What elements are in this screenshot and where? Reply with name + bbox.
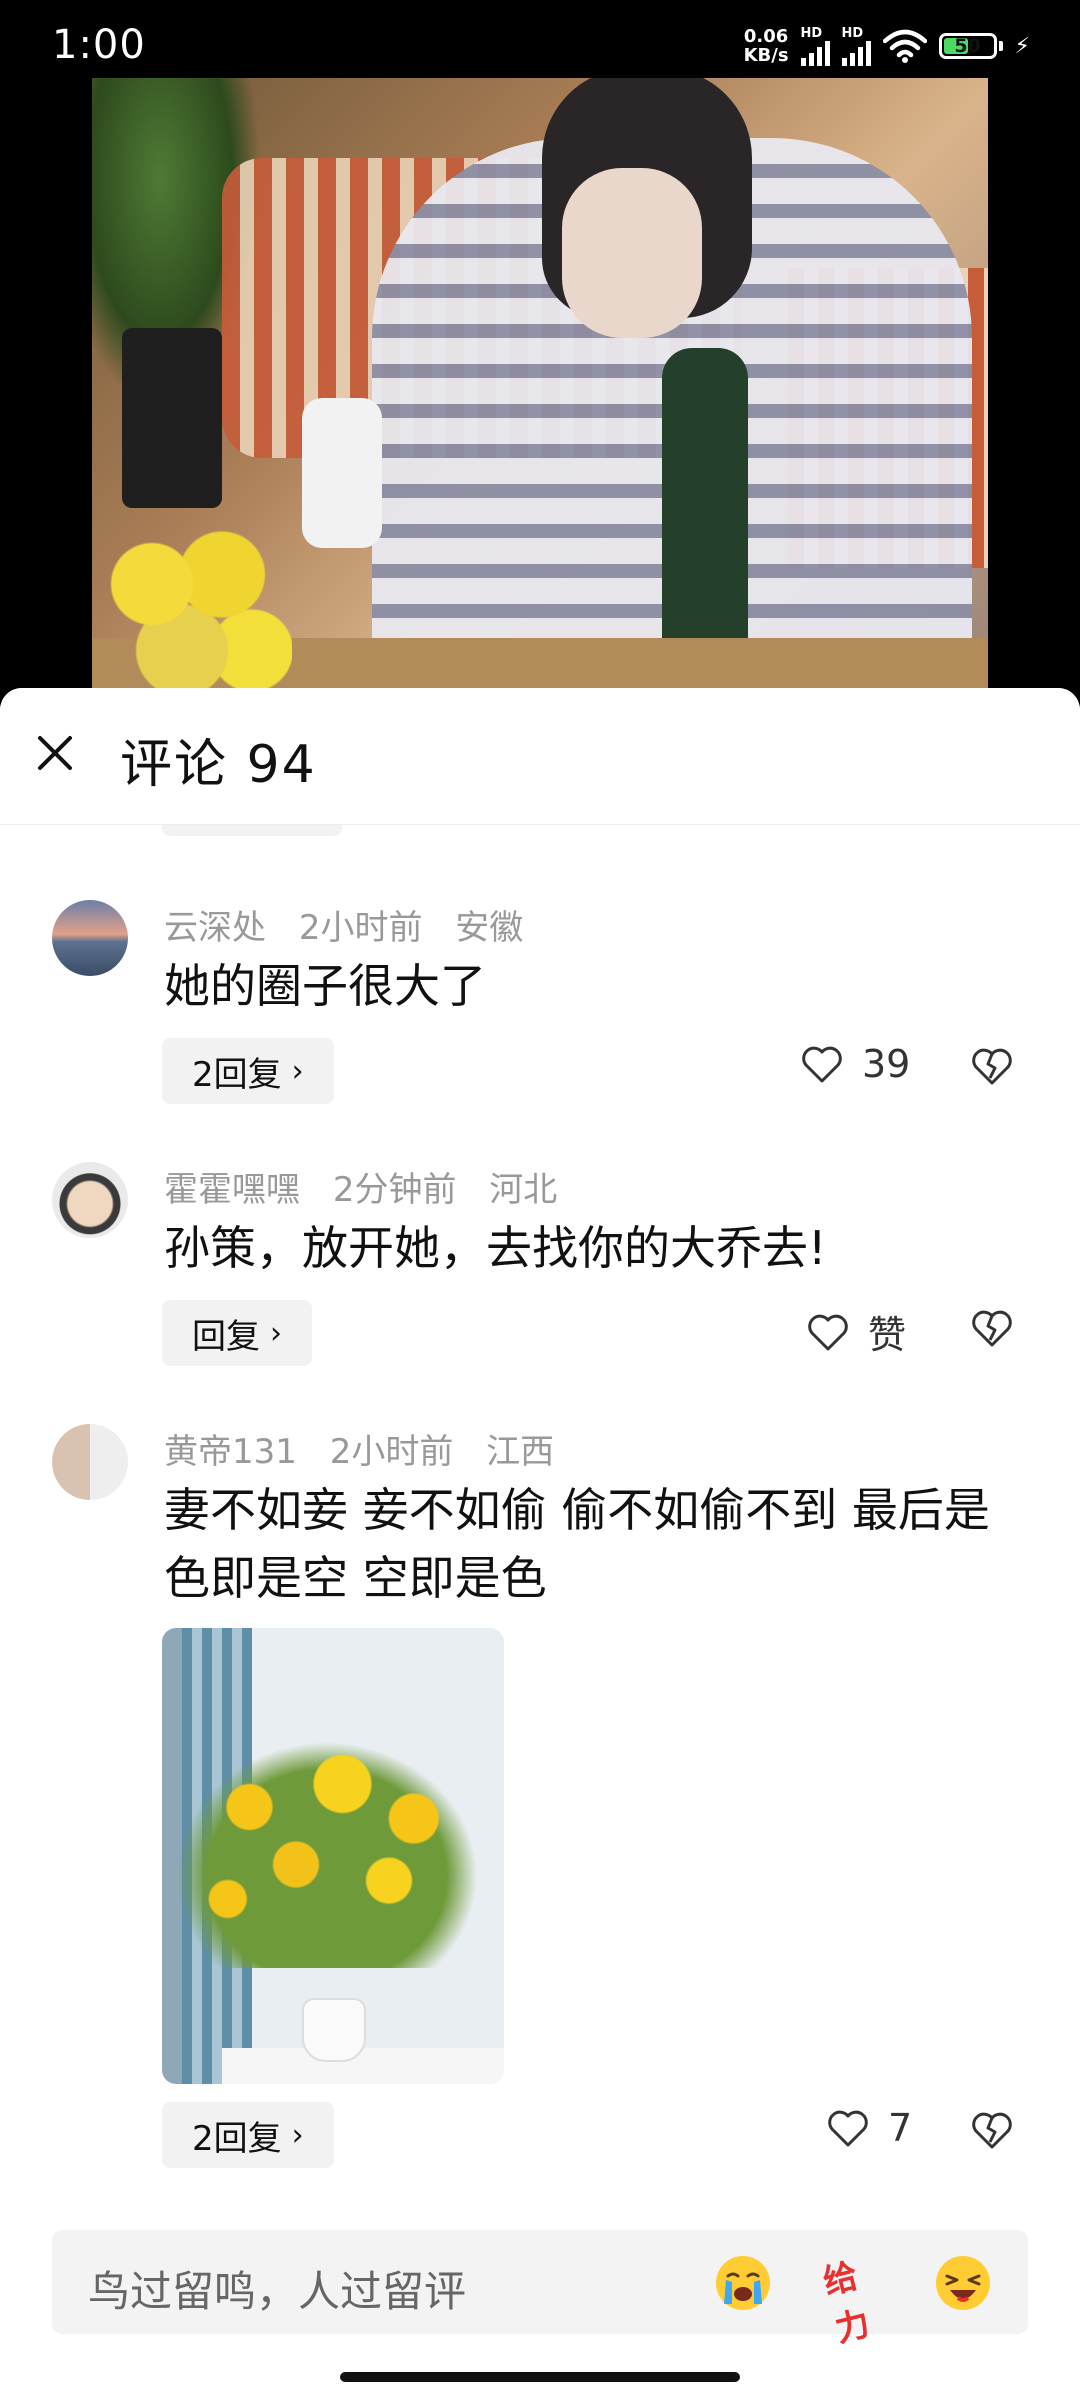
- comment-username[interactable]: 云深处: [164, 908, 266, 948]
- sim2-label: HD: [841, 25, 864, 41]
- sim1-label: HD: [800, 25, 823, 41]
- signal-1-icon: HD: [800, 25, 830, 66]
- wifi-icon: [882, 29, 927, 63]
- battery-level: 50: [954, 35, 981, 57]
- comment-username[interactable]: 霍霍嘿嘿: [164, 1170, 300, 1210]
- comment-meta: 黄帝131 2小时前 江西: [164, 1424, 576, 1473]
- network-speed-unit: KB/s: [743, 45, 789, 66]
- comment-location: 河北: [489, 1170, 558, 1210]
- heart-icon: [828, 2110, 868, 2147]
- comment-input-placeholder: 鸟过留鸣，人过留评: [88, 2267, 467, 2316]
- laughing-emoji-icon[interactable]: [932, 2252, 994, 2314]
- comment-time: 2小时前: [298, 908, 423, 948]
- comment-location: 安徽: [455, 908, 524, 948]
- close-icon[interactable]: [30, 728, 80, 778]
- comment-text[interactable]: 妻不如妾 妾不如偷 偷不如偷不到 最后是色即是空 空即是色: [164, 1476, 1014, 1612]
- video-player[interactable]: [92, 78, 988, 690]
- broken-heart-icon[interactable]: [970, 1308, 1014, 1348]
- like-count: 赞: [868, 1313, 907, 1357]
- like-count: 39: [862, 1042, 911, 1086]
- network-speed-value: 0.06: [743, 26, 789, 47]
- status-bar: 1:00 0.06 KB/s HD HD 50 ⚡: [0, 0, 1080, 80]
- chevron-right-icon: ›: [270, 1315, 282, 1351]
- comment-text[interactable]: 她的圈子很大了: [164, 952, 1014, 1020]
- like-button[interactable]: 7: [826, 2106, 912, 2150]
- reply-label: 2回复: [192, 2118, 282, 2159]
- broken-heart-icon[interactable]: [970, 1046, 1014, 1086]
- reply-label: 回复: [192, 1316, 260, 1357]
- network-speed: 0.06 KB/s: [744, 27, 789, 65]
- comment-text[interactable]: 孙策，放开她，去找你的大乔去!: [164, 1214, 1014, 1282]
- comment-input[interactable]: 鸟过留鸣，人过留评 给力: [52, 2230, 1028, 2351]
- sticker-icon[interactable]: 给力: [817, 2241, 892, 2351]
- avatar[interactable]: [52, 1424, 128, 1500]
- avatar[interactable]: [52, 1162, 128, 1238]
- home-indicator[interactable]: [340, 2372, 740, 2382]
- comment-location: 江西: [486, 1432, 555, 1472]
- like-count: 7: [888, 2106, 913, 2150]
- broken-heart-icon[interactable]: [970, 2110, 1014, 2150]
- like-button[interactable]: 39: [800, 1042, 910, 1086]
- comment-time: 2小时前: [329, 1432, 454, 1472]
- signal-2-icon: HD: [841, 25, 871, 66]
- like-button[interactable]: 赞: [806, 1304, 906, 1359]
- status-time: 1:00: [52, 22, 146, 68]
- comment-sheet: 评论 94 云深处 2小时前 安徽 她的圈子很大了 2回复 › 39 霍霍嘿嘿: [0, 688, 1080, 2400]
- comment-image[interactable]: [162, 1628, 504, 2084]
- reply-button[interactable]: 2回复 ›: [162, 2102, 334, 2168]
- reply-button[interactable]: 回复 ›: [162, 1300, 312, 1366]
- reply-button[interactable]: 2回复 ›: [162, 1038, 334, 1104]
- avatar[interactable]: [52, 900, 128, 976]
- heart-icon: [808, 1314, 848, 1350]
- previous-comment-peek: [0, 824, 1080, 840]
- comment-count-title: 评论 94: [120, 735, 317, 795]
- crying-emoji-icon[interactable]: [712, 2252, 774, 2314]
- comment-username[interactable]: 黄帝131: [164, 1432, 297, 1472]
- comment-meta: 云深处 2小时前 安徽: [164, 900, 545, 949]
- reply-label: 2回复: [192, 1054, 282, 1095]
- comment-meta: 霍霍嘿嘿 2分钟前 河北: [164, 1162, 579, 1211]
- battery-icon: 50: [938, 33, 1003, 59]
- charging-icon: ⚡: [1014, 33, 1030, 59]
- chevron-right-icon: ›: [291, 1053, 304, 1089]
- comment-time: 2分钟前: [332, 1170, 457, 1210]
- chevron-right-icon: ›: [291, 2117, 304, 2153]
- comment-sheet-header: 评论 94: [0, 688, 1080, 825]
- heart-icon: [802, 1046, 842, 1083]
